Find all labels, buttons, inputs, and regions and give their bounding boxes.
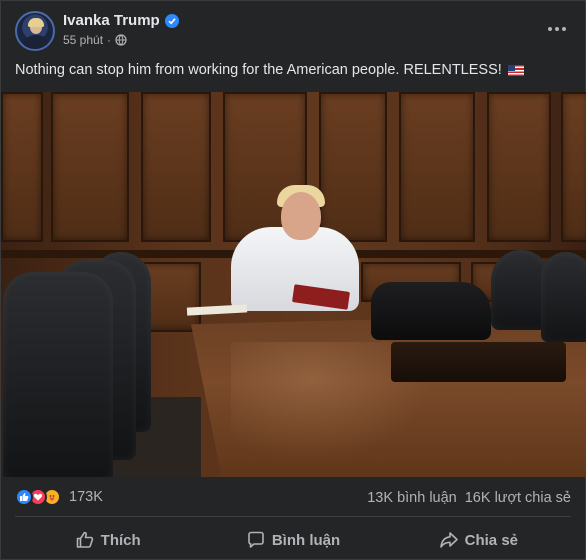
post-body: Nothing can stop him from working for th… [15, 62, 502, 78]
like-label: Thích [100, 531, 141, 549]
post-meta: 55 phút · [63, 33, 127, 47]
post-card: Ivanka Trump 55 phút · Nothing can stop … [0, 0, 586, 560]
comment-button[interactable]: Bình luận [200, 523, 385, 557]
post-timestamp[interactable]: 55 phút [63, 33, 103, 47]
share-count[interactable]: 16K lượt chia sẻ [465, 490, 571, 506]
comment-label: Bình luận [271, 531, 341, 549]
action-bar: Thích Bình luận Chia sẻ [15, 523, 571, 557]
verified-badge-icon [164, 13, 179, 28]
thumbs-up-icon [76, 531, 93, 548]
reaction-count[interactable]: 173K [69, 489, 103, 505]
post-header: Ivanka Trump 55 phút · [15, 11, 571, 55]
author-row: Ivanka Trump [63, 12, 179, 29]
avatar[interactable] [15, 11, 55, 51]
post-photo[interactable] [1, 92, 586, 477]
comment-icon [248, 531, 264, 548]
share-label: Chia sẻ [464, 531, 518, 549]
share-button[interactable]: Chia sẻ [386, 523, 571, 557]
divider [15, 516, 571, 517]
share-icon [439, 532, 458, 548]
like-reaction-icon [15, 488, 33, 506]
more-options-icon[interactable] [543, 15, 571, 43]
engagement-counts: 13K bình luận 16K lượt chia sẻ [367, 490, 571, 506]
reactions-summary[interactable]: 173K [15, 488, 103, 506]
author-name[interactable]: Ivanka Trump [63, 12, 160, 29]
us-flag-icon [507, 65, 524, 76]
like-button[interactable]: Thích [15, 523, 200, 557]
globe-icon [115, 34, 127, 46]
post-text: Nothing can stop him from working for th… [15, 62, 524, 78]
comment-count[interactable]: 13K bình luận [367, 490, 457, 506]
